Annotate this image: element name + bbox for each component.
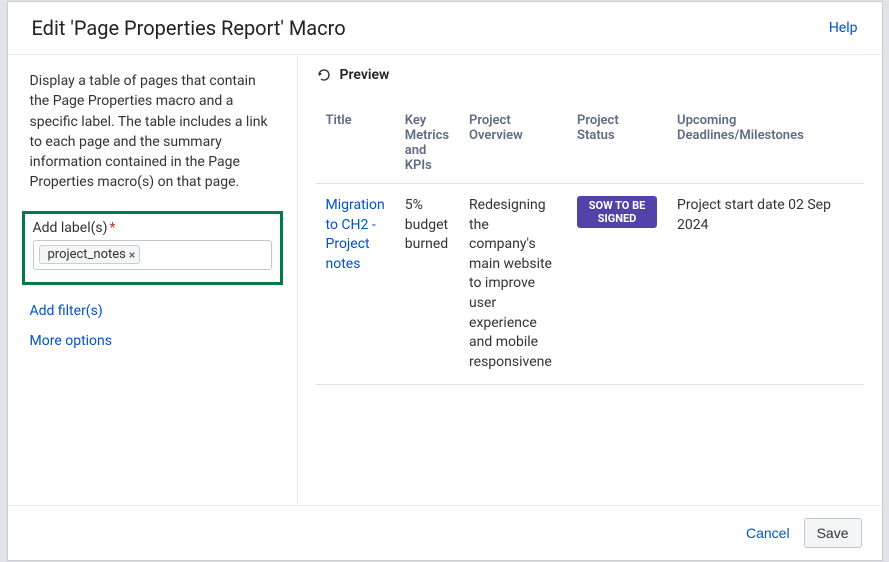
dialog-body: Display a table of pages that contain th… xyxy=(8,55,882,505)
cancel-button[interactable]: Cancel xyxy=(746,525,790,541)
label-token-text: project_notes xyxy=(48,247,126,262)
save-button[interactable]: Save xyxy=(804,518,862,548)
col-header-status: Project Status xyxy=(567,103,667,184)
preview-table: Title Key Metrics and KPIs Project Overv… xyxy=(316,103,864,385)
cell-overview: Redesigning the company's main website t… xyxy=(459,184,567,385)
label-field-highlight: Add label(s)* project_notes × xyxy=(22,211,283,285)
preview-title: Preview xyxy=(340,67,390,83)
help-link[interactable]: Help xyxy=(829,20,858,36)
label-token: project_notes × xyxy=(39,245,141,264)
dialog-footer: Cancel Save xyxy=(8,505,882,560)
dialog-title: Edit 'Page Properties Report' Macro xyxy=(32,16,346,40)
table-header-row: Title Key Metrics and KPIs Project Overv… xyxy=(316,103,864,184)
refresh-icon[interactable] xyxy=(316,67,332,83)
label-input[interactable]: project_notes × xyxy=(33,240,272,270)
remove-token-icon[interactable]: × xyxy=(129,248,135,262)
macro-editor-dialog: Edit 'Page Properties Report' Macro Help… xyxy=(7,1,883,561)
col-header-kpis: Key Metrics and KPIs xyxy=(395,103,459,184)
preview-header: Preview xyxy=(316,67,864,83)
col-header-overview: Project Overview xyxy=(459,103,567,184)
more-options-link[interactable]: More options xyxy=(30,333,275,349)
label-field-label: Add label(s)* xyxy=(33,220,272,236)
required-indicator: * xyxy=(110,220,116,236)
col-header-deadlines: Upcoming Deadlines/Milestones xyxy=(667,103,863,184)
add-filters-link[interactable]: Add filter(s) xyxy=(30,303,275,319)
table-row: Migration to CH2 - Project notes 5% budg… xyxy=(316,184,864,385)
macro-description: Display a table of pages that contain th… xyxy=(30,71,275,193)
config-sidebar: Display a table of pages that contain th… xyxy=(8,55,298,505)
cell-deadlines: Project start date 02 Sep 2024 xyxy=(667,184,863,385)
status-badge: SOW TO BE SIGNED xyxy=(577,196,657,228)
col-header-title: Title xyxy=(316,103,395,184)
preview-pane: Preview Title Key Metrics and KPIs Proje… xyxy=(298,55,882,505)
cell-kpis: 5% budget burned xyxy=(395,184,459,385)
page-link[interactable]: Migration to CH2 - Project notes xyxy=(326,197,385,272)
dialog-header: Edit 'Page Properties Report' Macro Help xyxy=(8,2,882,55)
